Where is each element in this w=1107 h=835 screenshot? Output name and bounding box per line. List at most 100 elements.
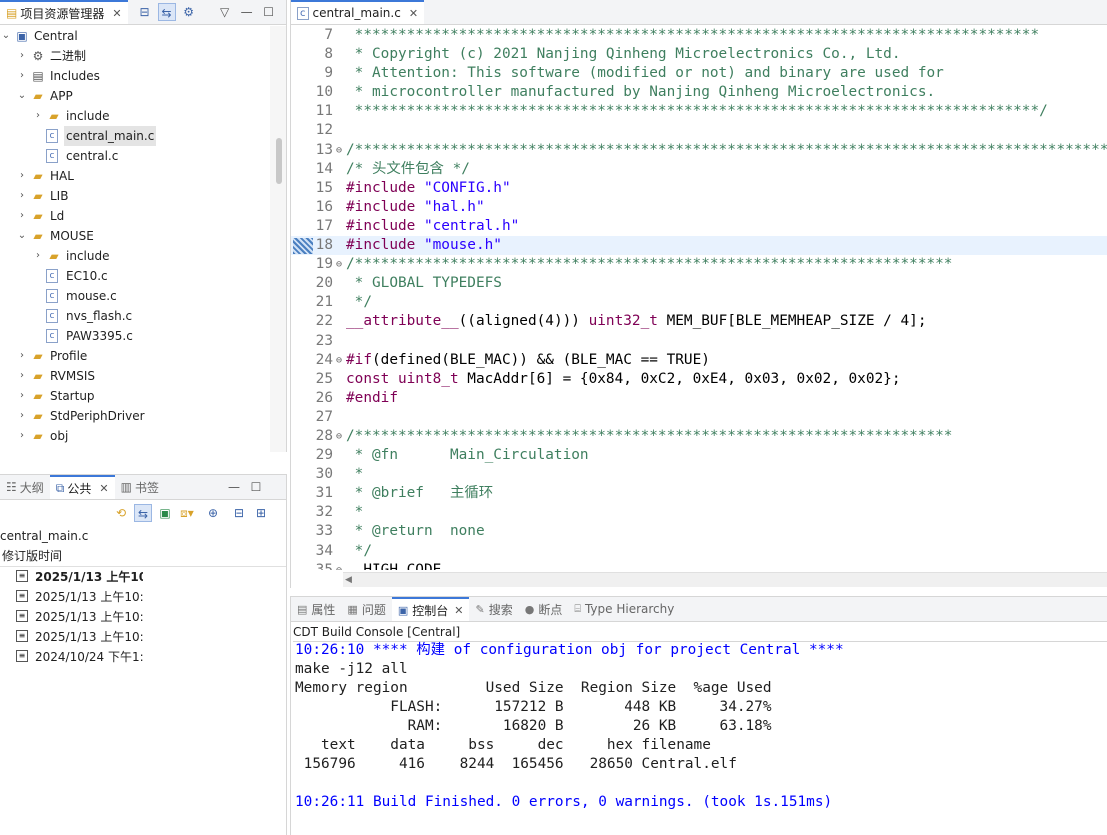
fold-toggle-icon[interactable]: ⊖ <box>333 561 345 570</box>
fold-toggle-icon[interactable]: ⊖ <box>333 351 345 370</box>
code-line[interactable]: 28 ⊖/************************************… <box>291 427 1107 446</box>
code-line[interactable]: 23 <box>291 332 1107 351</box>
collapse-all-icon[interactable]: ⊟ <box>136 3 154 21</box>
code-line[interactable]: 15 #include "CONFIG.h" <box>291 179 1107 198</box>
code-line[interactable]: 13 ⊖/************************************… <box>291 141 1107 160</box>
chevron-right-icon[interactable]: › <box>16 406 28 426</box>
tree-item[interactable]: c mouse.c <box>0 286 268 306</box>
code-line[interactable]: 19 ⊖/************************************… <box>291 255 1107 274</box>
tree-item[interactable]: ⌄ ▰ APP <box>0 86 268 106</box>
tab-breakpoints[interactable]: ● 断点 <box>519 597 569 621</box>
tree-item[interactable]: › ▰ include <box>0 106 268 126</box>
code-line[interactable]: 29 * @fn Main_Circulation <box>291 446 1107 465</box>
code-area[interactable]: 7 **************************************… <box>291 26 1107 570</box>
tree-item[interactable]: › ▰ Profile <box>0 346 268 366</box>
chevron-right-icon[interactable]: › <box>16 386 28 406</box>
code-line[interactable]: 7 **************************************… <box>291 26 1107 45</box>
code-line[interactable]: 27 <box>291 408 1107 427</box>
layout-icon[interactable]: ⊞ <box>252 504 270 522</box>
minimize-icon[interactable]: — <box>225 478 243 496</box>
code-line[interactable]: 18 #include "mouse.h" <box>291 236 1107 256</box>
chevron-right-icon[interactable]: › <box>16 346 28 366</box>
chevron-down-icon[interactable]: ⌄ <box>16 86 28 106</box>
tree-item[interactable]: › ▤ Includes <box>0 66 268 86</box>
code-line[interactable]: 24 ⊖ #if(defined(BLE_MAC)) && (BLE_MAC == … <box>291 351 1107 370</box>
tab-central-main-c[interactable]: c central_main.c ✕ <box>291 0 425 24</box>
code-line[interactable]: 20 * GLOBAL TYPEDEFS <box>291 274 1107 293</box>
chevron-right-icon[interactable]: › <box>16 66 28 86</box>
tree-item[interactable]: › ▰ LIB <box>0 186 268 206</box>
tree-item[interactable]: c central.c <box>0 146 268 166</box>
tab-properties[interactable]: ▤ 属性 <box>291 597 341 621</box>
tab-problems[interactable]: ▦ 问题 <box>341 597 391 621</box>
code-line[interactable]: 32 * <box>291 503 1107 522</box>
tree-item[interactable]: › ▰ Ld <box>0 206 268 226</box>
tree-item[interactable]: › ▰ include <box>0 246 268 266</box>
minimize-icon[interactable]: — <box>238 3 256 21</box>
maximize-icon[interactable]: ☐ <box>247 478 265 496</box>
scroll-left-icon[interactable]: ◀ <box>345 573 352 587</box>
revision-row[interactable]: ≡ 2025/1/13 上午10:2 <box>0 567 286 587</box>
code-line[interactable]: 25 const uint8_t MacAddr[6] = {0x84, 0xC2… <box>291 370 1107 389</box>
tree-item[interactable]: c PAW3395.c <box>0 326 268 346</box>
filter-icon[interactable]: ⚙ <box>180 3 198 21</box>
collapse-all-icon[interactable]: ⊟ <box>230 504 248 522</box>
chevron-right-icon[interactable]: › <box>16 366 28 386</box>
revision-row[interactable]: ≡ 2025/1/13 上午10:0 <box>0 627 286 647</box>
code-line[interactable]: 11 *************************************… <box>291 102 1107 121</box>
maximize-icon[interactable]: ☐ <box>260 3 278 21</box>
console-output[interactable]: 10:26:10 **** 构建 of configuration obj fo… <box>295 641 1107 812</box>
tree-item[interactable]: › ▰ RVMSIS <box>0 366 268 386</box>
revision-row[interactable]: ≡ 2025/1/13 上午10:2 <box>0 607 286 627</box>
close-icon[interactable]: ✕ <box>112 7 121 20</box>
pin-icon[interactable]: ▣ <box>156 504 174 522</box>
tab-outline[interactable]: ☷ 大纲 <box>0 475 50 499</box>
code-line[interactable]: 34 */ <box>291 542 1107 561</box>
chevron-right-icon[interactable]: › <box>16 166 28 186</box>
tab-console[interactable]: ▣ 控制台 ✕ <box>391 597 470 621</box>
chevron-right-icon[interactable]: › <box>32 246 44 266</box>
tree-item[interactable]: › ▰ StdPeriphDriver <box>0 406 268 426</box>
tree-item[interactable]: c nvs_flash.c <box>0 306 268 326</box>
tree-item[interactable]: c EC10.c <box>0 266 268 286</box>
chevron-down-icon[interactable]: ⌄ <box>0 26 12 46</box>
tree-item[interactable]: ⌄ ▣ Central <box>0 26 268 46</box>
code-line[interactable]: 26 #endif <box>291 389 1107 408</box>
fold-toggle-icon[interactable]: ⊖ <box>333 427 345 446</box>
code-line[interactable]: 9 * Attention: This software (modified o… <box>291 64 1107 83</box>
tree-item[interactable]: c central_main.c <box>0 126 268 146</box>
code-line[interactable]: 22 __attribute__((aligned(4))) uint32_t M… <box>291 312 1107 331</box>
fold-toggle-icon[interactable]: ⊖ <box>333 255 345 274</box>
revision-row[interactable]: ≡ 2024/10/24 下午1:3 <box>0 647 286 667</box>
tab-bookmarks[interactable]: ▥ 书签 <box>115 475 165 499</box>
group-by-icon[interactable]: ⧈▾ <box>178 504 196 522</box>
link-with-editor-icon[interactable]: ⇆ <box>157 3 176 21</box>
code-line[interactable]: 14 /* 头文件包含 */ <box>291 160 1107 179</box>
close-icon[interactable]: ✕ <box>409 7 418 20</box>
code-line[interactable]: 8 * Copyright (c) 2021 Nanjing Qinheng M… <box>291 45 1107 64</box>
chevron-right-icon[interactable]: › <box>32 106 44 126</box>
revision-row[interactable]: ≡ 2025/1/13 上午10:2 <box>0 587 286 607</box>
tree-item[interactable]: › ▰ HAL <box>0 166 268 186</box>
code-line[interactable]: 10 * microcontroller manufactured by Nan… <box>291 83 1107 102</box>
editor-horizontal-scrollbar[interactable]: ◀ <box>343 572 1107 587</box>
fold-toggle-icon[interactable]: ⊖ <box>333 141 345 160</box>
chevron-down-icon[interactable]: ⌄ <box>16 226 28 246</box>
view-menu-icon[interactable]: ▽ <box>216 3 234 21</box>
link-with-editor-icon[interactable]: ⇆ <box>134 504 152 522</box>
close-icon[interactable]: ✕ <box>99 482 108 495</box>
code-line[interactable]: 31 * @brief 主循环 <box>291 484 1107 503</box>
chevron-right-icon[interactable]: › <box>16 206 28 226</box>
code-line[interactable]: 35⊖__HIGH_CODE <box>291 561 1107 570</box>
code-line[interactable]: 21 */ <box>291 293 1107 312</box>
code-line[interactable]: 17 #include "central.h" <box>291 217 1107 236</box>
explorer-scroll-thumb[interactable] <box>276 138 282 184</box>
explorer-scrollbar[interactable] <box>270 26 286 452</box>
close-icon[interactable]: ✕ <box>454 604 463 617</box>
chevron-right-icon[interactable]: › <box>16 426 28 446</box>
tab-public[interactable]: ⧉ 公共 ✕ <box>49 475 115 499</box>
code-line[interactable]: 12 <box>291 121 1107 140</box>
tree-item[interactable]: ⌄ ▰ MOUSE <box>0 226 268 246</box>
chevron-right-icon[interactable]: › <box>16 46 28 66</box>
tab-search[interactable]: ✎ 搜索 <box>469 597 518 621</box>
